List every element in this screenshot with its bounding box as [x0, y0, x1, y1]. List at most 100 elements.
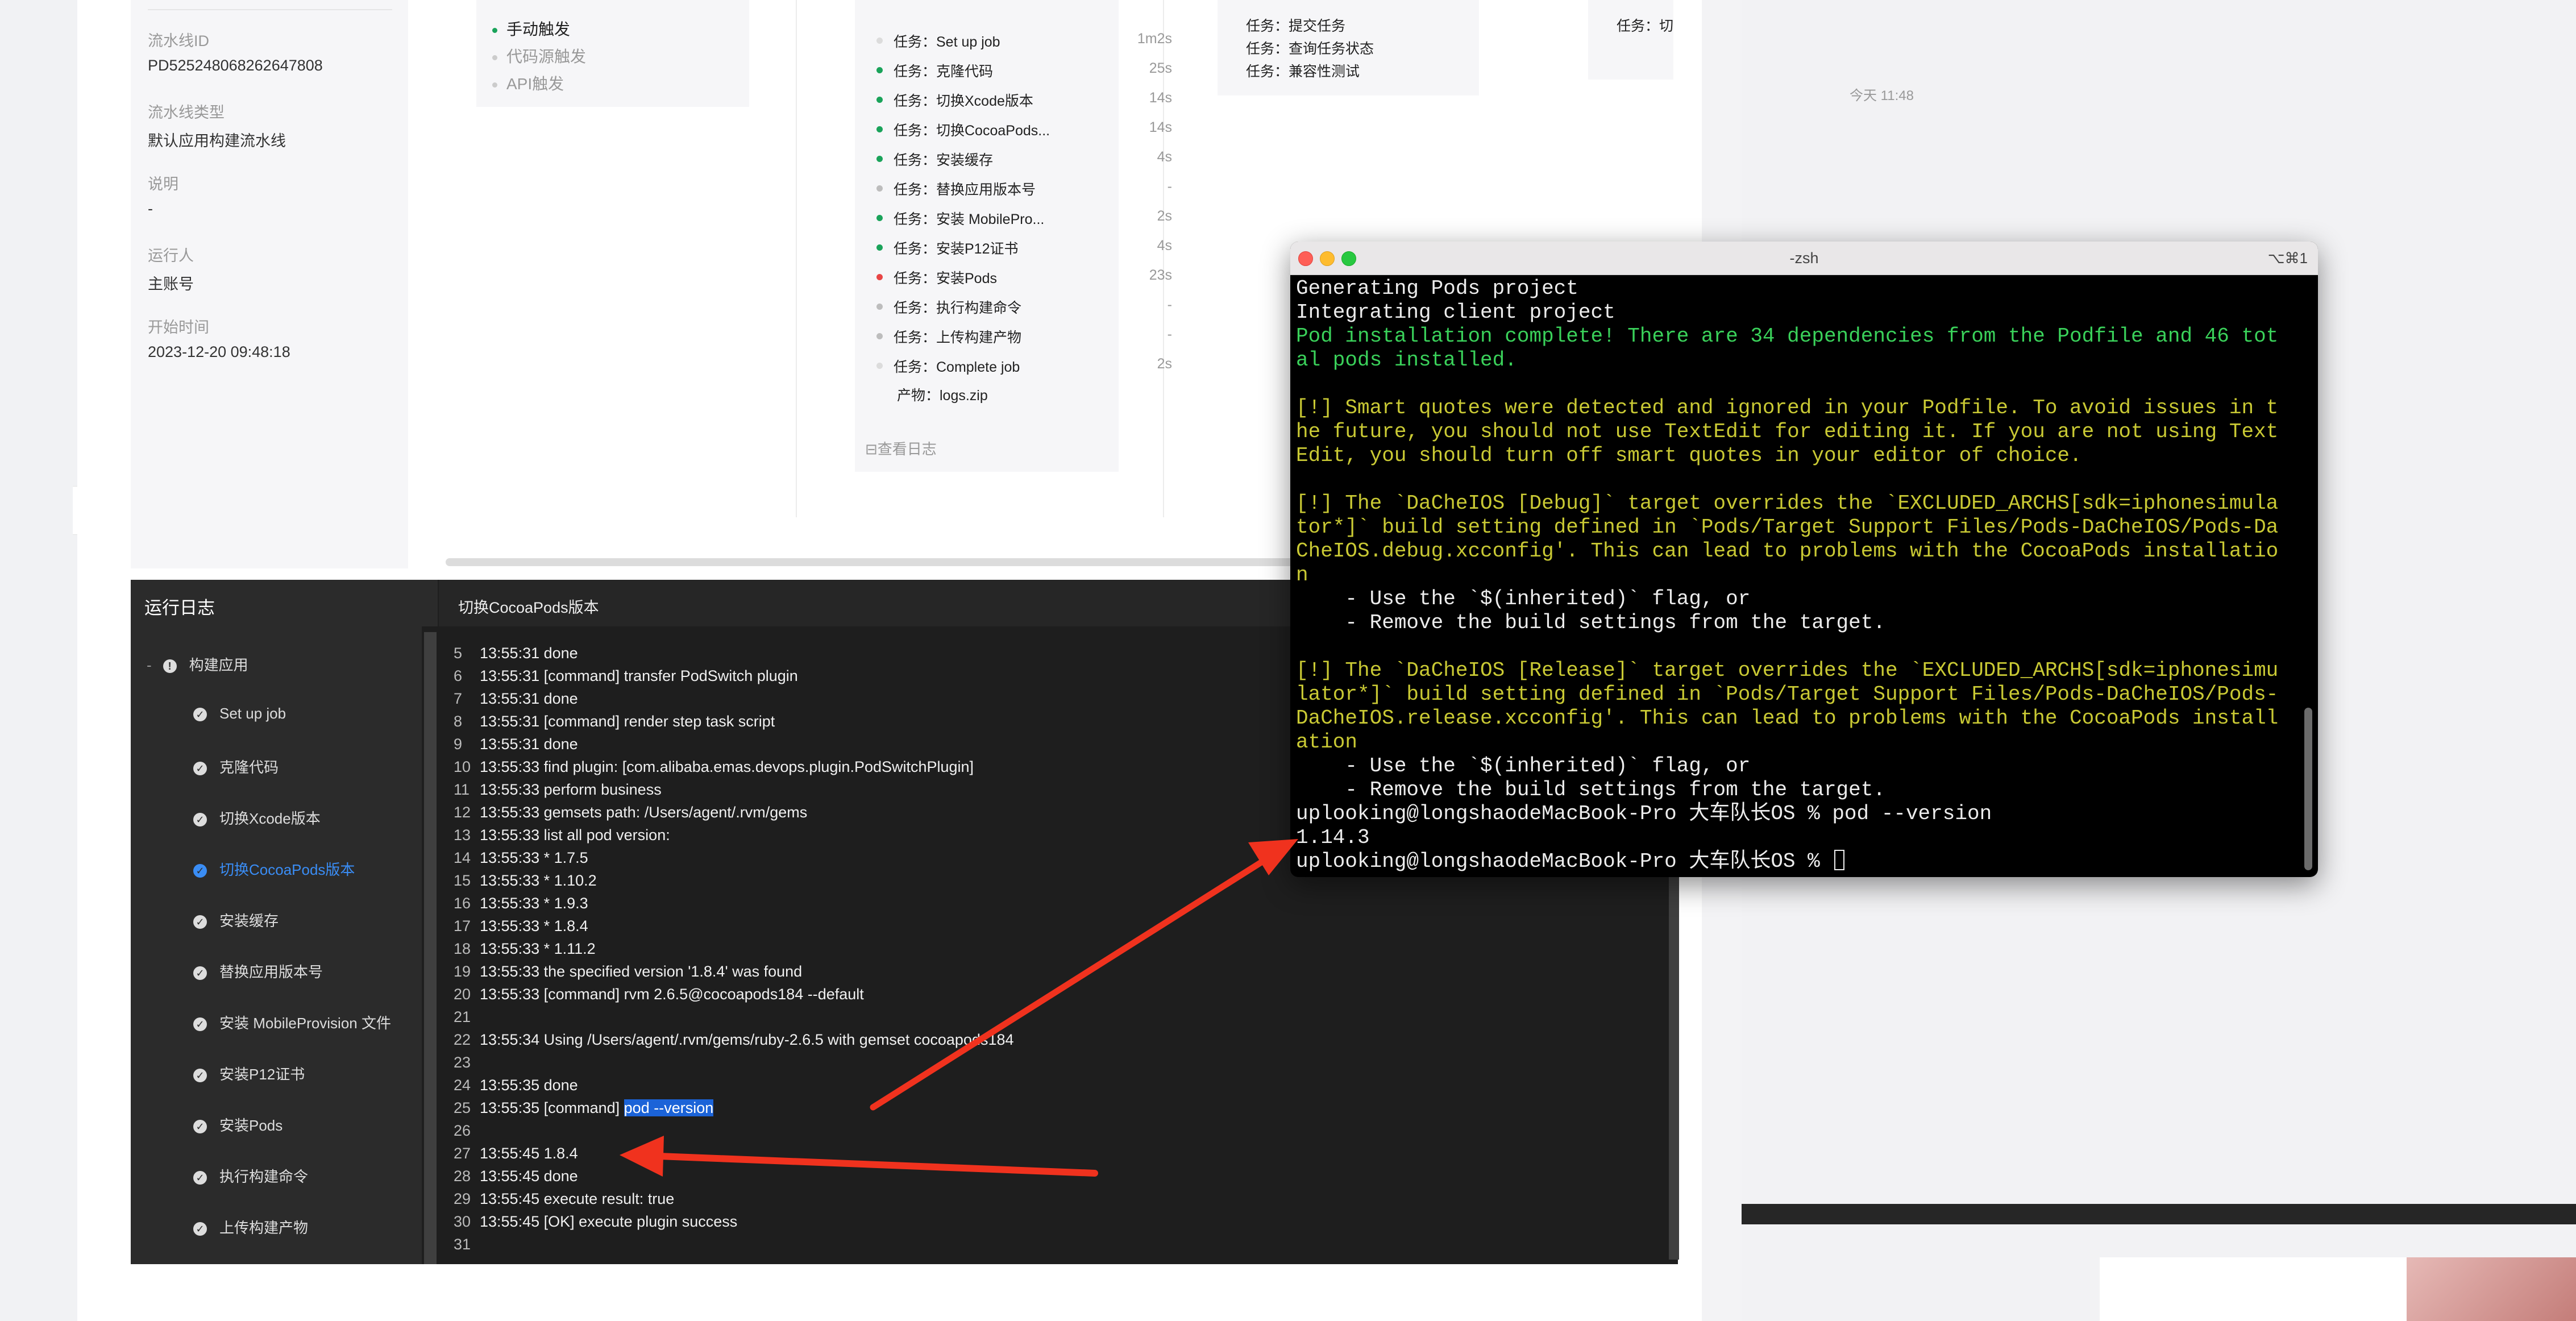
line-text: 13:55:33 list all pod version:	[480, 826, 670, 844]
task-name: 任务：切换Xcode版本	[894, 93, 1033, 109]
terminal-line-text: Pod installation complete! There are 34 …	[1296, 325, 2279, 348]
log-line: 31	[454, 1236, 480, 1253]
build-task-row[interactable]: 任务：执行构建命令 -	[876, 294, 1172, 317]
terminal-line-text: Generating Pods project	[1296, 277, 1578, 300]
line-text: 13:55:45 execute result: true	[480, 1190, 675, 1207]
log-line: 10 13:55:33 find plugin: [com.alibaba.ema…	[454, 758, 974, 776]
tree-step-item[interactable]: ✓ 替换应用版本号	[193, 961, 323, 982]
log-line: 9 13:55:31 done	[454, 736, 578, 753]
timestamp: 今天 11:48	[1850, 88, 1914, 103]
terminal-line-text: 1.14.3	[1296, 826, 1370, 849]
task-duration: 4s	[1157, 149, 1172, 165]
log-line: 8 13:55:31 [command] render step task scr…	[454, 713, 775, 730]
terminal-line: lator*]` build setting defined in `Pods/…	[1296, 683, 2278, 707]
build-task-row[interactable]: 任务：替换应用版本号 -	[876, 176, 1172, 199]
terminal-line-text: [!] The `DaCheIOS [Debug]` target overri…	[1296, 492, 2279, 515]
build-task-row[interactable]: 任务：切换CocoaPods... 14s	[876, 117, 1172, 140]
terminal-line: ation	[1296, 730, 1357, 754]
tree-step-item[interactable]: ✓ 克隆代码	[193, 756, 279, 777]
left-rail	[0, 0, 77, 1321]
line-text: 13:55:33 [command] rvm 2.6.5@cocoapods18…	[480, 986, 864, 1003]
trigger-label: API触发	[506, 75, 564, 93]
line-text: 13:55:33 * 1.11.2	[480, 940, 596, 957]
task-truncated[interactable]: 任务：切	[1617, 15, 1673, 35]
terminal-scrollbar[interactable]	[2304, 708, 2312, 870]
build-task-row[interactable]: 任务：切换Xcode版本 14s	[876, 88, 1172, 110]
build-task-row[interactable]: 任务：Set up job 1m2s	[876, 28, 1172, 51]
task-name: 任务：Complete job	[894, 359, 1020, 375]
line-text: 13:55:34 Using /Users/agent/.rvm/gems/ru…	[480, 1031, 1014, 1048]
task-query-status[interactable]: 任务：查询任务状态	[1246, 38, 1374, 58]
line-number: 21	[454, 1008, 471, 1025]
build-task-row[interactable]: 任务：安装Pods 23s	[876, 265, 1172, 288]
check-icon: ✓	[193, 813, 207, 827]
build-task-row[interactable]: 任务：安装 MobilePro... 2s	[876, 206, 1172, 229]
tree-step-item[interactable]: ✓ 切换Xcode版本	[193, 807, 321, 828]
tree-step-label: 上传构建产物	[219, 1219, 309, 1236]
tree-scrollbar[interactable]	[424, 632, 437, 1264]
log-line: 7 13:55:31 done	[454, 690, 578, 708]
task-name: 任务：上传构建产物	[894, 330, 1022, 346]
tree-step-label: 执行构建命令	[219, 1168, 309, 1185]
tree-step-item[interactable]: ✓ 安装P12证书	[193, 1063, 305, 1084]
task-submit[interactable]: 任务：提交任务	[1246, 15, 1345, 35]
tree-step-item[interactable]: ✓ 安装Pods	[193, 1114, 282, 1135]
log-line: 22 13:55:34 Using /Users/agent/.rvm/gems/…	[454, 1031, 1014, 1049]
check-icon: ✓	[193, 915, 207, 929]
check-icon: ✓	[193, 1222, 207, 1236]
line-number: 14	[454, 849, 471, 866]
check-icon: ✓	[193, 708, 207, 722]
build-task-row[interactable]: 任务：克隆代码 25s	[876, 58, 1172, 81]
collapse-icon[interactable]: -	[147, 657, 152, 674]
terminal-line-text: - Use the `$(inherited)` flag, or	[1296, 587, 1751, 610]
tree-step-label: 克隆代码	[219, 759, 279, 776]
next-stage-card: 任务：切	[1588, 0, 1673, 80]
tree-step-item[interactable]: ✓ 安装 MobileProvision 文件	[193, 1012, 391, 1033]
line-number: 16	[454, 895, 471, 912]
build-task-row[interactable]: 任务：安装缓存 4s	[876, 147, 1172, 169]
tree-step-item[interactable]: ✓ 上传构建产物	[193, 1216, 308, 1237]
trigger-api[interactable]: API触发	[492, 72, 564, 94]
tree-step-item[interactable]: ✓ 切换CocoaPods版本	[193, 858, 355, 879]
status-dot	[876, 67, 883, 73]
task-name: 任务：安装缓存	[894, 152, 994, 168]
line-number: 18	[454, 940, 471, 957]
line-number: 30	[454, 1213, 471, 1230]
view-log-link[interactable]: ⊟查看日志	[865, 438, 937, 459]
line-text: 13:55:31 done	[480, 690, 578, 707]
build-task-row[interactable]: 任务：上传构建产物 -	[876, 324, 1172, 347]
line-number: 20	[454, 986, 471, 1003]
right-thumbnail[interactable]	[2100, 1257, 2576, 1321]
terminal-line: Edit, you should turn off smart quotes i…	[1296, 444, 2082, 468]
log-line: 24 13:55:35 done	[454, 1077, 578, 1094]
divider	[148, 9, 392, 10]
terminal-line: n	[1296, 563, 1308, 587]
task-compat-test[interactable]: 任务：兼容性测试	[1246, 60, 1360, 81]
step-tree: -! 构建应用 ✓ Set up job ✓ 克隆代码 ✓ 切换Xcode版本 ✓ 切换Coco…	[131, 626, 422, 1264]
terminal-output[interactable]: Generating Pods project Integrating clien…	[1296, 277, 2296, 874]
build-task-row[interactable]: 任务：安装P12证书 4s	[876, 235, 1172, 258]
tree-step-item[interactable]: ✓ 安装缓存	[193, 909, 279, 930]
info-label: 运行人	[148, 247, 194, 264]
log-line: 15 13:55:33 * 1.10.2	[454, 872, 597, 890]
terminal-line-text: lator*]` build setting defined in `Pods/…	[1296, 683, 2279, 706]
line-text: 13:55:35 done	[480, 1077, 578, 1094]
build-task-row[interactable]: 任务：Complete job 2s	[876, 354, 1172, 376]
trigger-code-source[interactable]: 代码源触发	[492, 44, 586, 67]
tree-step-label: 替换应用版本号	[219, 963, 323, 981]
tree-step-item[interactable]: ✓ Set up job	[193, 705, 286, 722]
terminal-line: 1.14.3	[1296, 826, 1370, 850]
artifact-logs-zip[interactable]: 产物：logs.zip	[897, 384, 988, 405]
info-label: 说明	[148, 176, 178, 193]
line-number: 26	[454, 1122, 471, 1139]
tree-step-label: 安装 MobileProvision 文件	[219, 1015, 391, 1032]
horizontal-scrollbar[interactable]	[446, 558, 1310, 566]
trigger-manual[interactable]: 手动触发	[492, 17, 570, 40]
highlighted-command[interactable]: pod --version	[624, 1099, 714, 1116]
line-number: 28	[454, 1168, 471, 1185]
tree-step-item[interactable]: ✓ 执行构建命令	[193, 1165, 308, 1186]
line-text: 13:55:33 * 1.9.3	[480, 895, 588, 912]
tree-root-build-app[interactable]: -! 构建应用	[147, 654, 248, 675]
test-stage-card: 任务：提交任务 任务：查询任务状态 任务：兼容性测试	[1218, 0, 1479, 95]
terminal-line-text: tor*]` build setting defined in `Pods/Ta…	[1296, 516, 2279, 539]
